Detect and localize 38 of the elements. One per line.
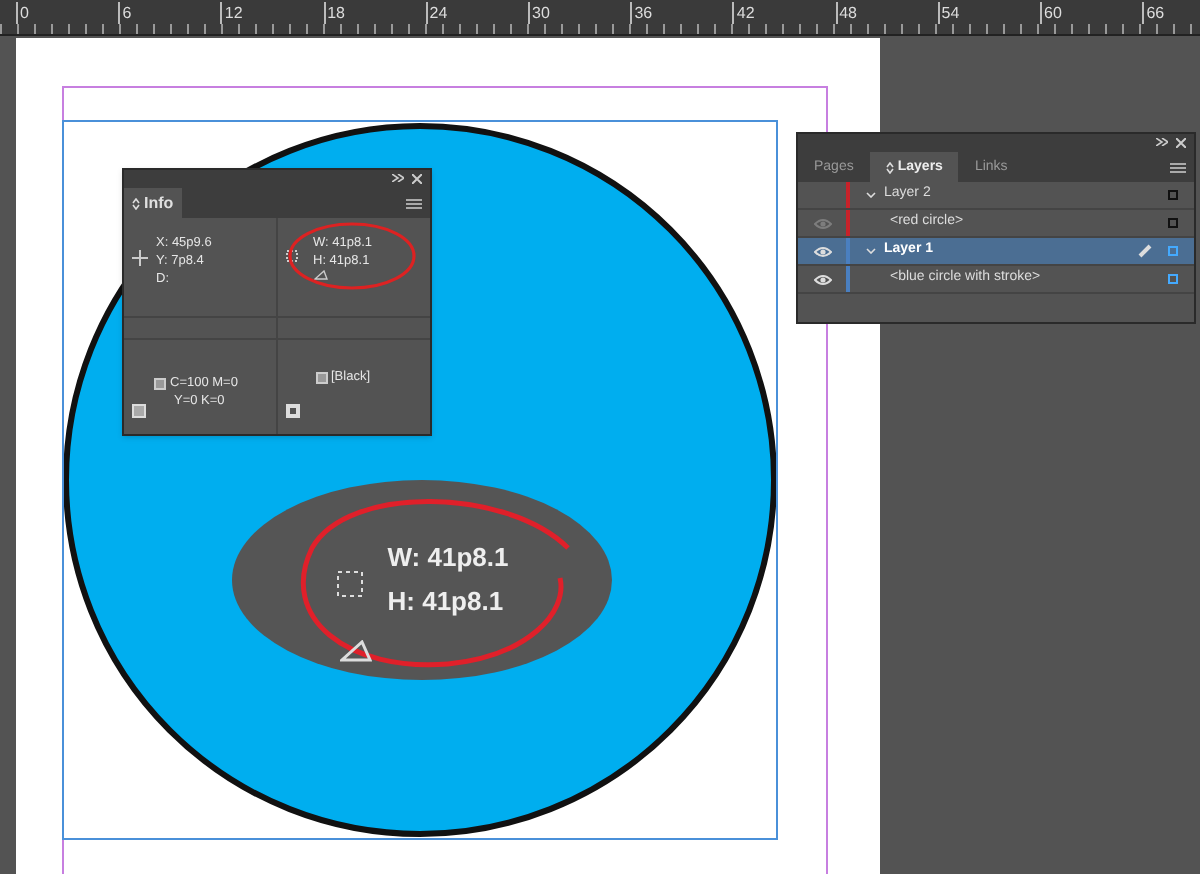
pen-icon	[1138, 244, 1152, 258]
ruler-label: 12	[220, 2, 243, 24]
selection-square-icon[interactable]	[1168, 218, 1178, 228]
ruler-label: 24	[425, 2, 448, 24]
swatch-icon	[154, 377, 166, 389]
ruler-label: 54	[937, 2, 960, 24]
ruler-label: 36	[630, 2, 653, 24]
selection-square-icon[interactable]	[1168, 190, 1178, 200]
selection-square-icon[interactable]	[1168, 274, 1178, 284]
up-down-icon	[132, 197, 140, 209]
info-tab[interactable]: Info	[124, 188, 182, 218]
collapse-icon[interactable]	[1156, 138, 1168, 146]
close-icon[interactable]	[1176, 137, 1186, 147]
eye-icon[interactable]	[813, 245, 831, 257]
crosshair-icon	[132, 250, 148, 266]
ruler-label: 18	[323, 2, 345, 24]
collapse-icon[interactable]	[392, 174, 404, 182]
menu-icon[interactable]	[1170, 162, 1186, 174]
stroke-swatch-icon	[285, 404, 299, 418]
dimension-icon	[285, 250, 297, 262]
angle-icon	[313, 270, 327, 280]
height-value: H: 41p8.1	[387, 584, 506, 620]
ruler-label: 42	[732, 2, 755, 24]
ruler-label: 0	[16, 2, 29, 24]
eye-icon[interactable]	[813, 273, 831, 285]
dimension-icon	[335, 570, 364, 598]
ruler-label: 60	[1040, 2, 1062, 24]
ruler-label: 66	[1142, 2, 1165, 24]
fill-swatch-icon	[132, 404, 146, 418]
ruler-label: 6	[118, 2, 132, 24]
ruler-label: 48	[835, 2, 857, 24]
width-value: W: 41p8.1	[387, 540, 509, 576]
menu-icon[interactable]	[406, 198, 422, 210]
up-down-icon	[885, 161, 894, 173]
swatch-icon	[315, 371, 327, 383]
close-icon[interactable]	[412, 173, 422, 183]
ruler-label: 30	[528, 2, 550, 24]
angle-icon	[340, 640, 372, 662]
